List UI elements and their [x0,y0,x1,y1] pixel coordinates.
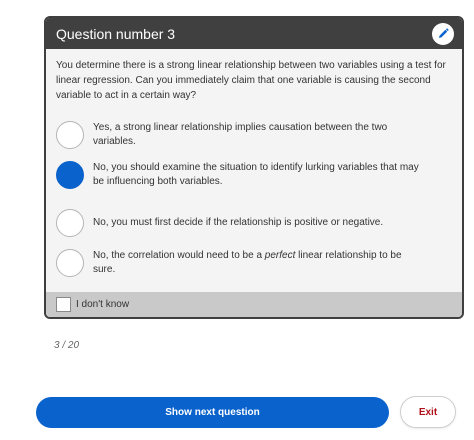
dont-know-checkbox[interactable] [56,297,71,312]
answer-option-1[interactable]: Yes, a strong linear relationship implie… [56,121,423,149]
answer-option-4[interactable]: No, the correlation would need to be a p… [56,249,423,277]
dont-know-option[interactable]: I don't know [46,292,462,317]
answer-option-2[interactable]: No, you should examine the situation to … [56,161,423,189]
question-card: Question number 3 You determine there is… [44,16,464,319]
question-progress: 3 / 20 [54,340,80,351]
show-next-question-button[interactable]: Show next question [36,397,389,428]
question-text: You determine there is a strong linear r… [56,60,446,101]
pencil-icon [439,27,449,38]
answer-option-3[interactable]: No, you must first decide if the relatio… [56,209,423,237]
answer-label: Yes, a strong linear relationship implie… [93,122,388,147]
answer-label: No, you should examine the situation to … [93,162,419,187]
question-title: Question number 3 [56,25,176,42]
answer-label-start: No, the correlation would need to be a [93,250,265,261]
card-header: Question number 3 [46,18,462,49]
answer-label: No, the correlation would need to be a p… [93,249,423,277]
radio-button[interactable] [56,209,84,237]
dont-know-label: I don't know [76,299,130,310]
edit-button[interactable] [432,22,454,45]
answer-label-emphasis: perfect [264,250,296,261]
radio-button-selected[interactable] [56,161,84,189]
answer-label: No, you must first decide if the relatio… [93,217,384,228]
radio-button[interactable] [56,249,84,277]
exit-button[interactable]: Exit [400,396,456,428]
radio-button[interactable] [56,121,84,149]
